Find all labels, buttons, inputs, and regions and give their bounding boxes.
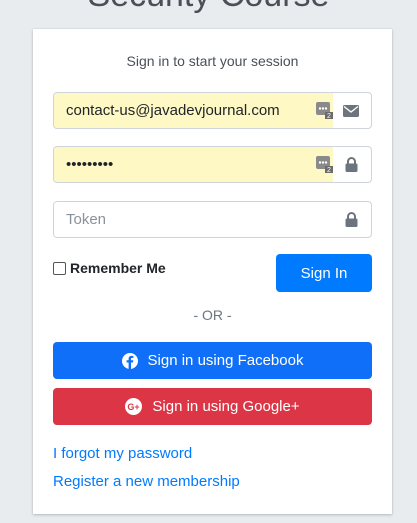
token-input[interactable]: [54, 202, 333, 237]
token-field-group: [53, 201, 372, 238]
password-input[interactable]: [54, 147, 333, 182]
or-divider: - OR -: [193, 307, 232, 323]
svg-text:G+: G+: [128, 402, 140, 412]
lock-icon: [331, 147, 371, 182]
remember-me-label: Remember Me: [70, 260, 166, 276]
checkbox-box[interactable]: [53, 261, 66, 275]
facebook-signin-label: Sign in using Facebook: [147, 352, 304, 369]
remember-me-checkbox[interactable]: Remember Me: [53, 260, 166, 276]
lock-icon: [331, 202, 371, 237]
google-plus-icon: G+: [125, 398, 143, 415]
login-card: Sign in to start your session 2 2: [33, 29, 392, 514]
google-signin-label: Sign in using Google+: [152, 398, 300, 415]
page-heading: Security Course: [0, 0, 417, 15]
password-field-group: 2: [53, 146, 372, 183]
email-input[interactable]: [54, 93, 333, 128]
sign-in-button[interactable]: Sign In: [276, 254, 372, 292]
email-field-group: 2: [53, 92, 372, 129]
envelope-icon: [331, 93, 371, 128]
google-signin-button[interactable]: G+ Sign in using Google+: [53, 388, 372, 425]
login-box-message: Sign in to start your session: [126, 53, 299, 69]
register-link[interactable]: Register a new membership: [53, 473, 240, 490]
forgot-password-link[interactable]: I forgot my password: [53, 445, 192, 462]
facebook-signin-button[interactable]: Sign in using Facebook: [53, 342, 372, 379]
facebook-icon: [121, 352, 138, 369]
